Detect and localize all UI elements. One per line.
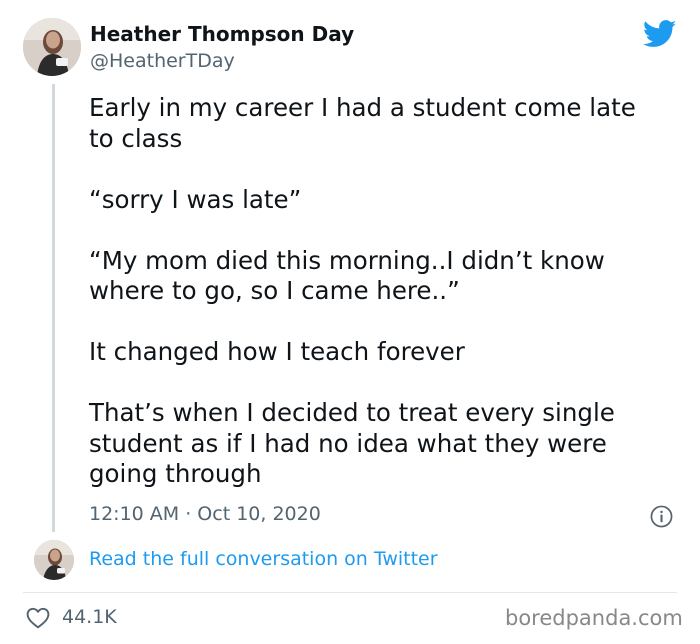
author-handle[interactable]: @HeatherTDay <box>90 50 235 72</box>
heart-icon[interactable] <box>26 607 50 629</box>
avatar-photo <box>23 18 81 76</box>
info-icon[interactable] <box>650 505 673 528</box>
author-avatar[interactable] <box>23 18 81 76</box>
thread-line <box>52 84 55 532</box>
watermark: boredpanda.com <box>505 606 683 630</box>
like-count[interactable]: 44.1K <box>62 606 117 628</box>
author-name[interactable]: Heather Thompson Day <box>90 22 354 46</box>
twitter-bird-icon[interactable] <box>643 20 677 48</box>
conversation-avatar[interactable] <box>34 540 74 580</box>
tweet-timestamp[interactable]: 12:10 AM · Oct 10, 2020 <box>89 503 321 525</box>
read-full-conversation-link[interactable]: Read the full conversation on Twitter <box>89 548 438 570</box>
divider <box>23 592 677 593</box>
tweet-text: Early in my career I had a student come … <box>89 93 636 488</box>
avatar-photo <box>34 540 74 580</box>
